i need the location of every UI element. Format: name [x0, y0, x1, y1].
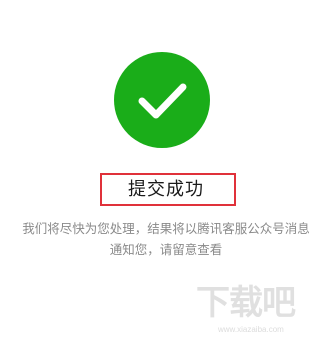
watermark-url: www.xiazaiba.com: [218, 325, 284, 334]
checkmark-icon: [138, 83, 187, 119]
result-message: 我们将尽快为您处理，结果将以腾讯客服公众号消息 通知您，请留意查看: [0, 218, 332, 260]
submission-success-page: 提交成功 我们将尽快为您处理，结果将以腾讯客服公众号消息 通知您，请留意查看 下…: [0, 0, 332, 352]
watermark-logo-text: 下载吧: [196, 283, 296, 323]
message-line-2: 通知您，请留意查看: [109, 242, 223, 257]
page-title: 提交成功: [128, 179, 204, 200]
success-badge: [114, 52, 210, 148]
site-watermark: 下载吧 www.xiazaiba.com: [196, 282, 328, 342]
message-line-1: 我们将尽快为您处理，结果将以腾讯客服公众号消息: [22, 221, 310, 236]
